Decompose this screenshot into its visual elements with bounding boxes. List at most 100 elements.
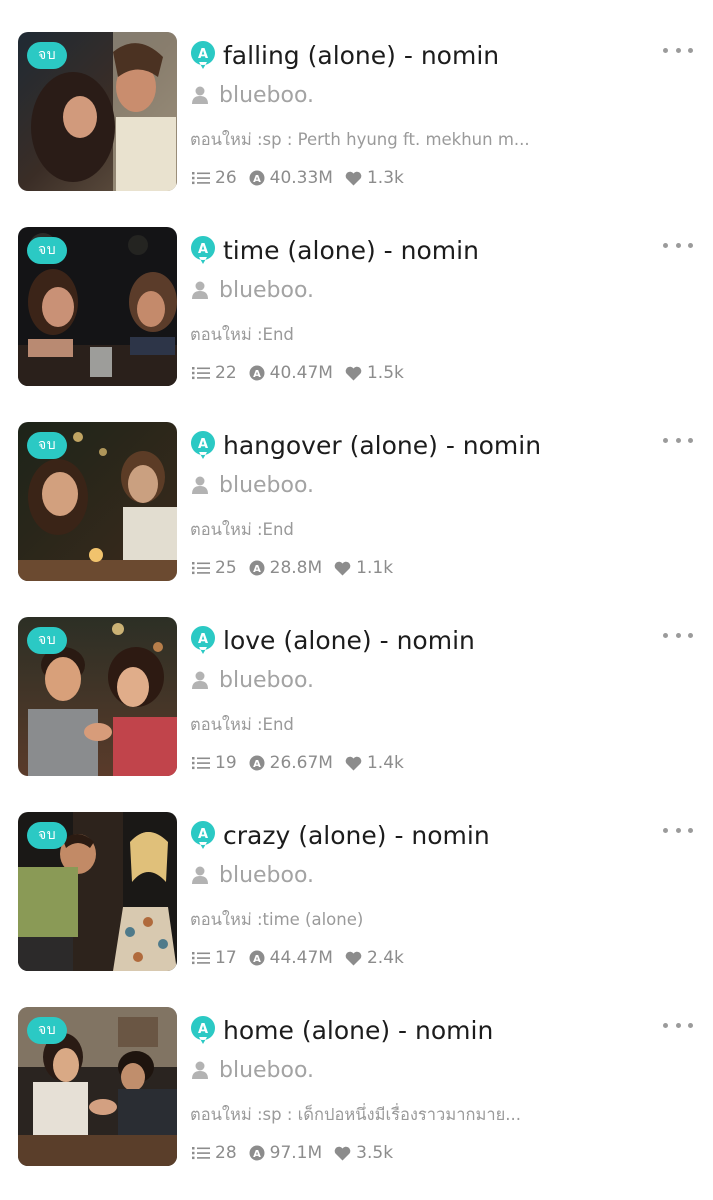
views-icon: A	[249, 365, 265, 381]
chapters-count: 28	[215, 1143, 237, 1163]
end-badge: จบ	[27, 432, 68, 459]
title-row[interactable]: A hangover (alone) - nomin	[190, 428, 541, 462]
chapters-count: 22	[215, 363, 237, 383]
story-item[interactable]: จบ A home (alone) - nomin blueboo. ตอนให…	[0, 975, 713, 1170]
chapters-stat: 26	[192, 168, 237, 188]
more-dots-icon	[663, 47, 668, 53]
views-stat: A 44.47M	[249, 948, 333, 968]
more-options-button[interactable]	[663, 40, 693, 60]
user-icon	[192, 671, 208, 689]
title-row[interactable]: A love (alone) - nomin	[190, 623, 475, 657]
story-cover[interactable]: จบ	[18, 812, 177, 971]
story-title[interactable]: falling (alone) - nomin	[223, 41, 499, 70]
story-list: จบ A falling (alone) - nomin blueboo. ตอ…	[0, 0, 713, 1200]
story-title[interactable]: time (alone) - nomin	[223, 236, 479, 265]
author-row[interactable]: blueboo.	[192, 275, 314, 305]
story-cover[interactable]: จบ	[18, 617, 177, 776]
stats-row: 25 A 28.8M 1.1k	[192, 556, 405, 580]
likes-stat: 1.1k	[334, 558, 393, 578]
story-title[interactable]: crazy (alone) - nomin	[223, 821, 490, 850]
list-icon	[192, 757, 210, 770]
latest-episode: ตอนใหม่ :End	[190, 715, 294, 734]
story-item[interactable]: จบ A time (alone) - nomin blueboo. ตอนให…	[0, 195, 713, 390]
story-item[interactable]: จบ A crazy (alone) - nomin blueboo. ตอนใ…	[0, 780, 713, 975]
author-row[interactable]: blueboo.	[192, 665, 314, 695]
title-row[interactable]: A falling (alone) - nomin	[190, 38, 499, 72]
more-options-button[interactable]	[663, 625, 693, 645]
user-icon	[192, 281, 208, 299]
app-logo-icon: A	[190, 431, 215, 459]
app-logo-icon: A	[190, 821, 215, 849]
likes-count: 1.3k	[366, 168, 404, 188]
story-title[interactable]: home (alone) - nomin	[223, 1016, 493, 1045]
chapters-stat: 25	[192, 558, 237, 578]
story-item[interactable]: จบ A hangover (alone) - nomin blueboo. ต…	[0, 390, 713, 585]
more-dots-icon	[663, 1022, 668, 1028]
likes-count: 2.4k	[366, 948, 404, 968]
story-title[interactable]: hangover (alone) - nomin	[223, 431, 541, 460]
views-count: 28.8M	[269, 558, 323, 578]
views-icon: A	[249, 170, 265, 186]
views-stat: A 40.33M	[249, 168, 333, 188]
author-name[interactable]: blueboo.	[219, 668, 314, 693]
heart-icon	[334, 1146, 351, 1160]
svg-text:A: A	[253, 174, 261, 185]
author-name[interactable]: blueboo.	[219, 1058, 314, 1083]
likes-stat: 1.4k	[345, 753, 404, 773]
views-stat: A 26.67M	[249, 753, 333, 773]
user-icon	[192, 476, 208, 494]
likes-count: 1.5k	[366, 363, 404, 383]
views-count: 40.33M	[269, 168, 333, 188]
end-badge: จบ	[27, 237, 68, 264]
author-name[interactable]: blueboo.	[219, 278, 314, 303]
story-item[interactable]: จบ A love (alone) - nomin blueboo. ตอนให…	[0, 585, 713, 780]
views-icon: A	[249, 950, 265, 966]
title-row[interactable]: A home (alone) - nomin	[190, 1013, 493, 1047]
svg-text:A: A	[198, 632, 208, 647]
list-icon	[192, 562, 210, 575]
svg-text:A: A	[253, 954, 261, 965]
author-row[interactable]: blueboo.	[192, 470, 314, 500]
author-name[interactable]: blueboo.	[219, 863, 314, 888]
story-cover[interactable]: จบ	[18, 227, 177, 386]
views-count: 40.47M	[269, 363, 333, 383]
chapters-count: 25	[215, 558, 237, 578]
more-dots-icon	[663, 632, 668, 638]
story-item[interactable]: จบ A falling (alone) - nomin blueboo. ตอ…	[0, 0, 713, 195]
story-cover[interactable]: จบ	[18, 422, 177, 581]
stats-row: 26 A 40.33M 1.3k	[192, 166, 416, 190]
story-cover[interactable]: จบ	[18, 1007, 177, 1166]
story-cover[interactable]: จบ	[18, 32, 177, 191]
title-row[interactable]: A crazy (alone) - nomin	[190, 818, 490, 852]
author-row[interactable]: blueboo.	[192, 860, 314, 890]
author-row[interactable]: blueboo.	[192, 80, 314, 110]
svg-text:A: A	[198, 1022, 208, 1037]
svg-text:A: A	[198, 437, 208, 452]
author-name[interactable]: blueboo.	[219, 473, 314, 498]
more-options-button[interactable]	[663, 235, 693, 255]
likes-stat: 2.4k	[345, 948, 404, 968]
app-logo-icon: A	[190, 41, 215, 69]
user-icon	[192, 86, 208, 104]
views-icon: A	[249, 560, 265, 576]
stats-row: 17 A 44.47M 2.4k	[192, 946, 416, 970]
more-options-button[interactable]	[663, 430, 693, 450]
chapters-count: 19	[215, 753, 237, 773]
more-options-button[interactable]	[663, 1015, 693, 1035]
heart-icon	[345, 366, 362, 380]
app-logo-icon: A	[190, 626, 215, 654]
svg-text:A: A	[253, 369, 261, 380]
list-icon	[192, 952, 210, 965]
svg-text:A: A	[253, 564, 261, 575]
title-row[interactable]: A time (alone) - nomin	[190, 233, 479, 267]
views-count: 26.67M	[269, 753, 333, 773]
more-options-button[interactable]	[663, 820, 693, 840]
story-title[interactable]: love (alone) - nomin	[223, 626, 475, 655]
author-name[interactable]: blueboo.	[219, 83, 314, 108]
svg-text:A: A	[198, 47, 208, 62]
author-row[interactable]: blueboo.	[192, 1055, 314, 1085]
views-icon: A	[249, 1145, 265, 1161]
end-badge: จบ	[27, 1017, 68, 1044]
likes-stat: 1.5k	[345, 363, 404, 383]
app-logo-icon: A	[190, 236, 215, 264]
